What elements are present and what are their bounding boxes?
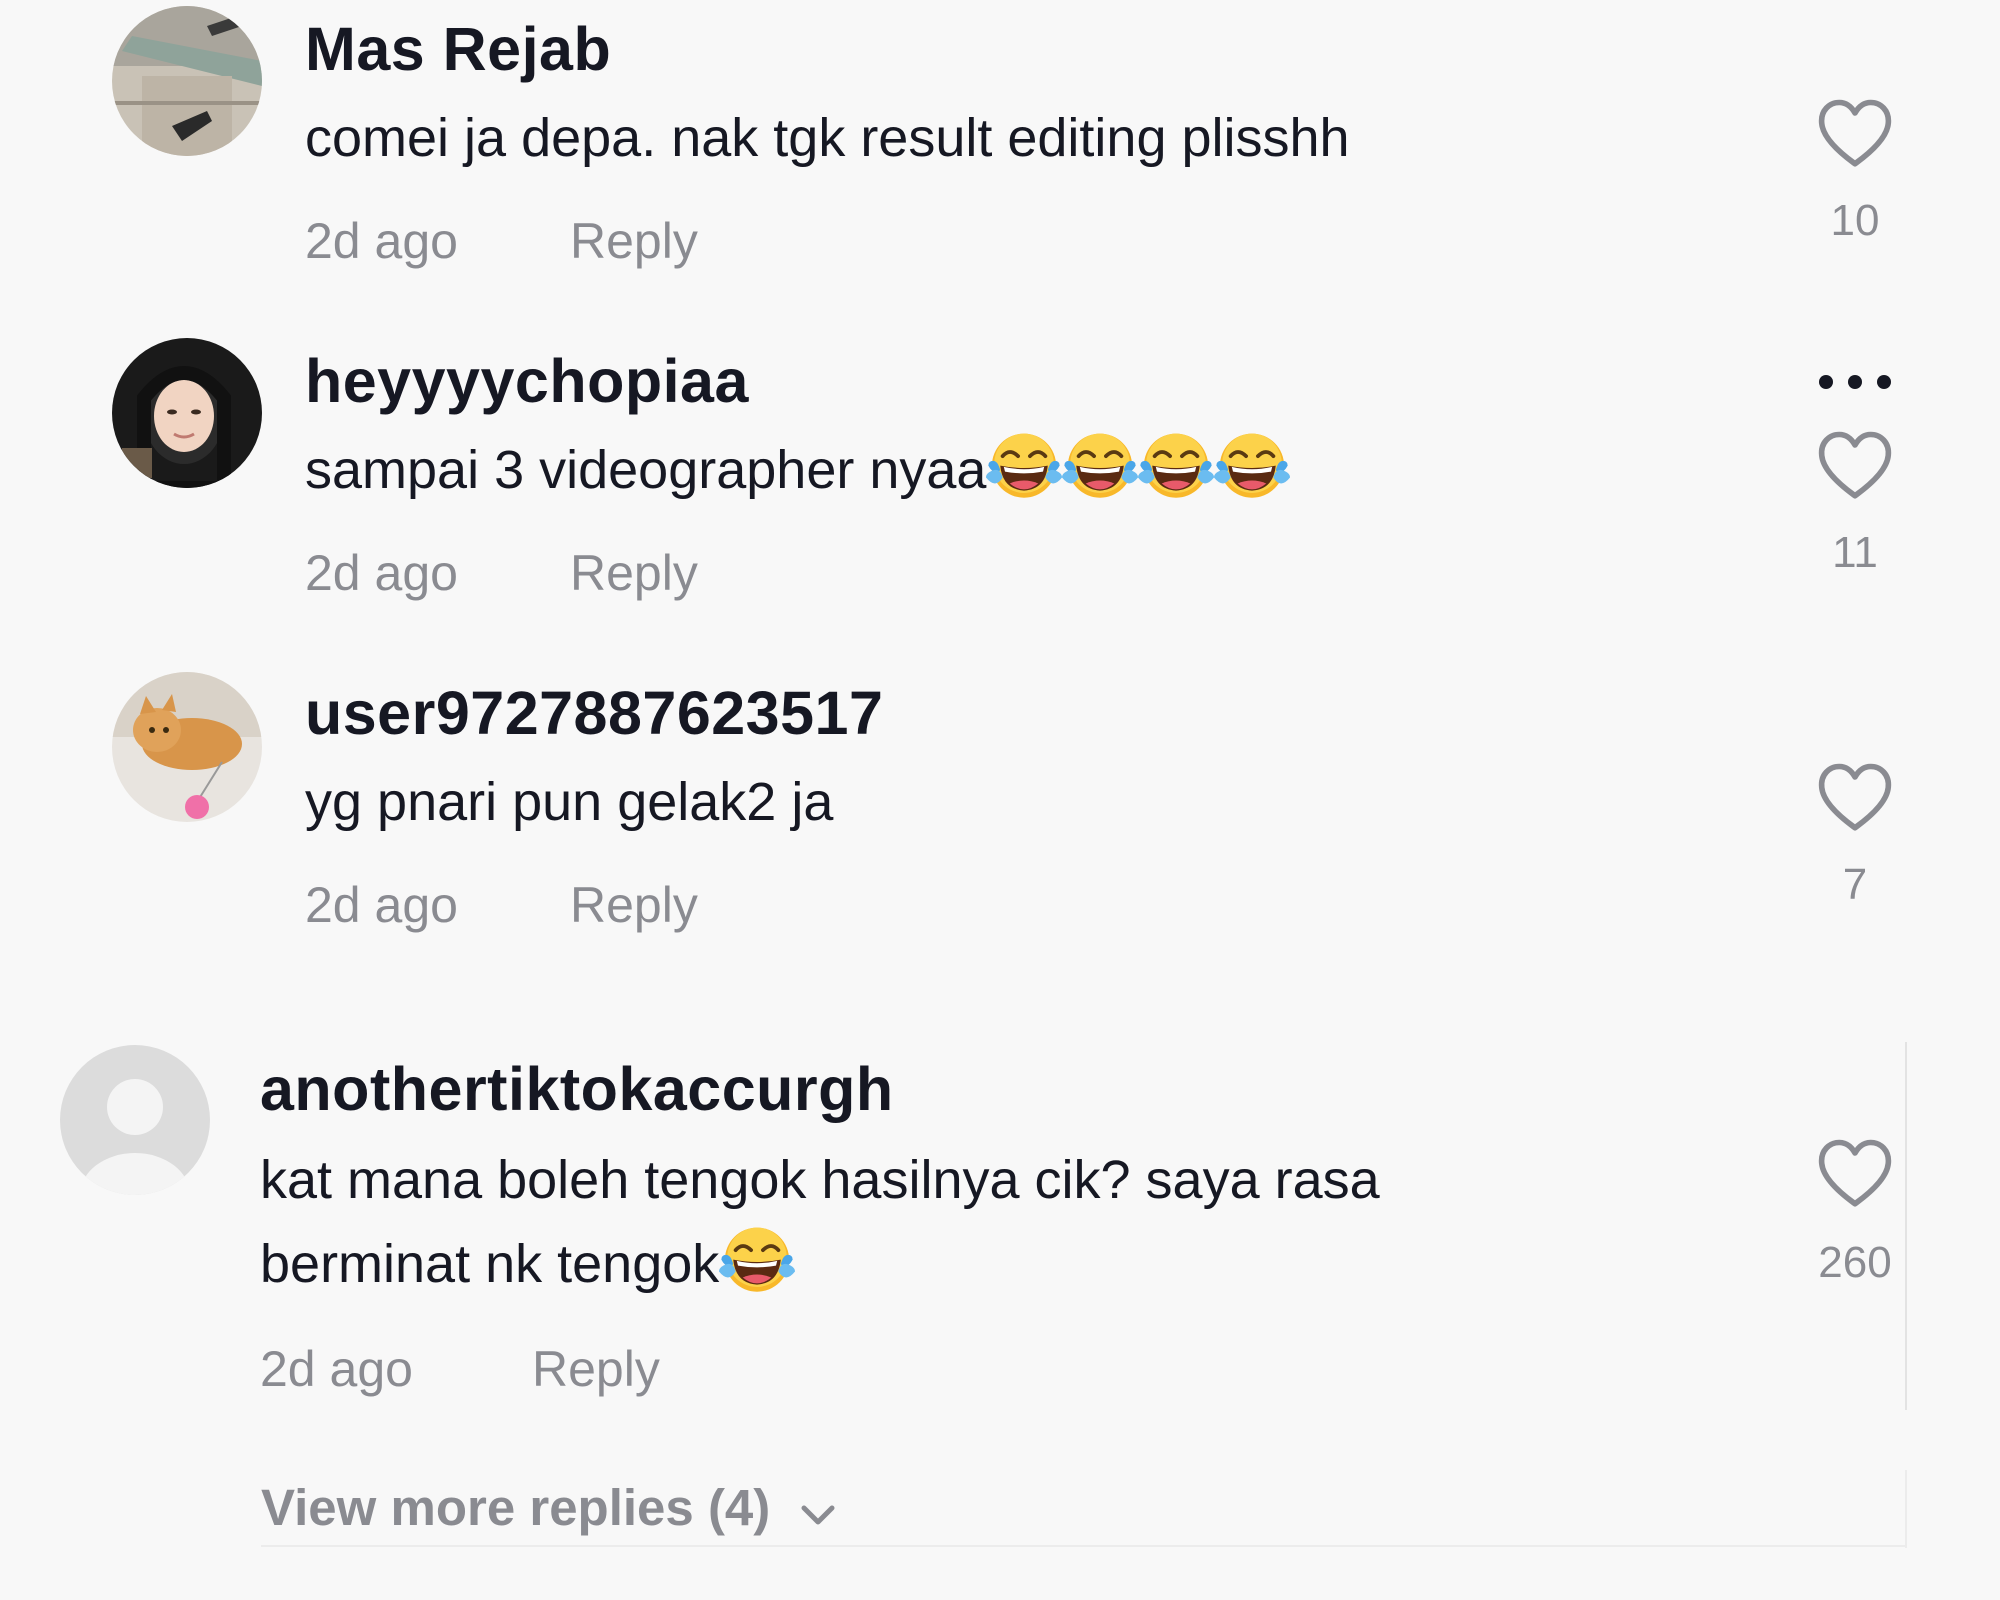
face-with-tears-of-joy-icon [1062, 430, 1138, 506]
comment-timestamp: 2d ago [305, 877, 458, 933]
comment-username[interactable]: user9727887623517 [305, 678, 883, 748]
like-button[interactable] [1813, 92, 1897, 176]
like-count: 7 [1842, 860, 1868, 909]
avatar[interactable] [112, 338, 262, 488]
comment-text: yg pnari pun gelak2 ja [305, 772, 834, 832]
heart-icon [1813, 756, 1897, 840]
avatar-photo [112, 672, 262, 822]
reply-button[interactable]: Reply [532, 1340, 660, 1398]
face-with-tears-of-joy-icon [1214, 430, 1290, 506]
thread-divider [1905, 1042, 1907, 1410]
view-more-replies-button[interactable]: View more replies (4) [261, 1478, 770, 1537]
like-count: 260 [1818, 1238, 1892, 1287]
reply-button[interactable]: Reply [570, 212, 698, 270]
face-with-tears-of-joy-icon [986, 430, 1062, 506]
comment-username[interactable]: anothertiktokaccurgh [260, 1054, 894, 1124]
comment-username[interactable]: Mas Rejab [305, 14, 611, 84]
divider [261, 1545, 1907, 1547]
avatar-photo [112, 338, 262, 488]
comment-text: sampai 3 videographer nyaa [305, 428, 1290, 512]
chevron-down-icon[interactable] [796, 1494, 840, 1538]
heart-icon [1813, 92, 1897, 176]
reply-button[interactable]: Reply [570, 876, 698, 934]
comment-timestamp: 2d ago [305, 213, 458, 269]
face-with-tears-of-joy-icon [719, 1224, 795, 1300]
avatar[interactable] [112, 672, 262, 822]
comment-timestamp: 2d ago [260, 1341, 413, 1397]
comment-timestamp: 2d ago [305, 545, 458, 601]
comment-text: comei ja depa. nak tgk result editing pl… [305, 108, 1350, 168]
comment-text-content: sampai 3 videographer nyaa [305, 440, 987, 500]
comment-text-content: berminat nk tengok [260, 1234, 720, 1294]
reply-button[interactable]: Reply [570, 544, 698, 602]
default-avatar-icon[interactable] [60, 1045, 210, 1195]
face-with-tears-of-joy-icon [1138, 430, 1214, 506]
comment-text: berminat nk tengok [260, 1222, 795, 1306]
like-button[interactable] [1813, 756, 1897, 840]
like-count: 11 [1832, 528, 1878, 577]
heart-icon [1813, 424, 1897, 508]
like-button[interactable] [1813, 424, 1897, 508]
comment-text: kat mana boleh tengok hasilnya cik? saya… [260, 1150, 1380, 1210]
avatar-photo [112, 6, 262, 156]
thread-divider [1905, 1470, 1907, 1548]
avatar[interactable] [112, 6, 262, 156]
more-dots-icon[interactable] [1810, 362, 1900, 402]
comment-username[interactable]: heyyyychopiaa [305, 346, 749, 416]
like-button[interactable] [1813, 1132, 1897, 1216]
like-count: 10 [1830, 196, 1880, 245]
heart-icon [1813, 1132, 1897, 1216]
